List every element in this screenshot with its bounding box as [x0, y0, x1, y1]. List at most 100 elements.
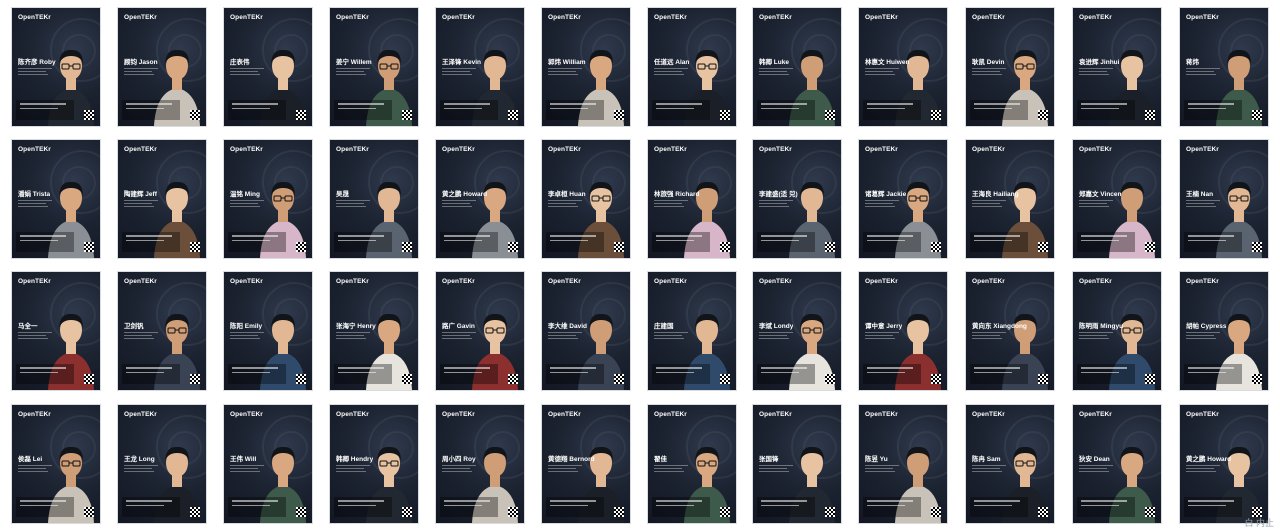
quote-box	[440, 364, 498, 384]
speaker-title-lines	[1186, 330, 1222, 340]
speaker-title-lines	[759, 330, 795, 340]
speaker-name: 韩卿 Hendry	[336, 456, 374, 463]
speaker-name: 侯磊 Lei	[18, 456, 43, 463]
qr-code-icon	[1252, 110, 1262, 120]
speaker-card: OpenTEKr 李建盛(适 兕)	[753, 140, 841, 258]
qr-code-icon	[720, 242, 730, 252]
qr-code-icon	[931, 242, 941, 252]
speaker-title-lines	[1079, 330, 1115, 340]
brand-logo: OpenTEKr	[336, 278, 369, 285]
brand-logo: OpenTEKr	[442, 14, 475, 21]
speaker-name: 胡帕 Cypress	[1186, 323, 1227, 330]
qr-code-icon	[1145, 110, 1155, 120]
speaker-title-lines	[124, 66, 160, 76]
speaker-title-lines	[1186, 198, 1222, 208]
quote-box	[122, 364, 180, 384]
speaker-title-lines	[759, 463, 795, 473]
speaker-card: OpenTEKr 王楠 Nan	[1180, 140, 1268, 258]
quote-box	[1184, 232, 1242, 252]
speaker-card: OpenTEKr 吴晟	[330, 140, 418, 258]
qr-code-icon	[614, 110, 624, 120]
quote-box	[546, 364, 604, 384]
speaker-card: OpenTEKr 狄安 Dean	[1073, 405, 1161, 523]
speaker-card: OpenTEKr 林惠文 Huiwen	[859, 8, 947, 126]
poster-grid: OpenTEKr 陈齐彦 Roby OpenTEKr 顾钧 Jason Open…	[0, 0, 1280, 531]
quote-box	[1184, 497, 1242, 517]
speaker-name: 王伟 Will	[230, 456, 257, 463]
quote-box	[1077, 497, 1135, 517]
speaker-title-lines	[230, 330, 266, 340]
qr-code-icon	[1038, 242, 1048, 252]
quote-box	[652, 497, 710, 517]
quote-box	[652, 232, 710, 252]
quote-box	[228, 364, 286, 384]
speaker-card: OpenTEKr 路广 Gavin	[436, 272, 524, 390]
qr-code-icon	[296, 110, 306, 120]
qr-code-icon	[402, 374, 412, 384]
speaker-card: OpenTEKr 韩卿 Luke	[753, 8, 841, 126]
speaker-title-lines	[548, 463, 584, 473]
speaker-title-lines	[654, 463, 690, 473]
speaker-name: 陶建辉 Jeff	[124, 191, 157, 198]
speaker-title-lines	[124, 330, 160, 340]
speaker-name: 庄建国	[654, 323, 674, 330]
speaker-name: 翟佳	[654, 456, 667, 463]
qr-code-icon	[84, 507, 94, 517]
brand-logo: OpenTEKr	[548, 411, 581, 418]
quote-box	[863, 364, 921, 384]
speaker-title-lines	[1186, 66, 1222, 76]
quote-box	[970, 232, 1028, 252]
quote-box	[16, 497, 74, 517]
speaker-title-lines	[18, 330, 54, 340]
speaker-title-lines	[759, 66, 795, 76]
brand-logo: OpenTEKr	[18, 14, 51, 21]
brand-logo: OpenTEKr	[972, 146, 1005, 153]
speaker-card: OpenTEKr 陈阳 Emily	[224, 272, 312, 390]
speaker-title-lines	[972, 66, 1008, 76]
speaker-title-lines	[18, 198, 54, 208]
quote-box	[16, 232, 74, 252]
speaker-name: 庄表伟	[230, 59, 250, 66]
speaker-name: 姜宁 Willem	[336, 59, 372, 66]
speaker-card: OpenTEKr 诸葛辉 Jackie	[859, 140, 947, 258]
speaker-card: OpenTEKr 任道远 Alan	[648, 8, 736, 126]
speaker-card: OpenTEKr 黄之鹏 Howard	[1180, 405, 1268, 523]
brand-logo: OpenTEKr	[1079, 278, 1112, 285]
quote-box	[334, 364, 392, 384]
brand-logo: OpenTEKr	[124, 411, 157, 418]
speaker-title-lines	[1079, 198, 1115, 208]
qr-code-icon	[296, 242, 306, 252]
speaker-card: OpenTEKr 卫剑钒	[118, 272, 206, 390]
speaker-name: 陈齐彦 Roby	[18, 59, 56, 66]
speaker-name: 周小四 Roy	[442, 456, 476, 463]
speaker-title-lines	[230, 66, 266, 76]
speaker-name: 黄德翔 Bernord	[548, 456, 595, 463]
qr-code-icon	[84, 242, 94, 252]
qr-code-icon	[720, 507, 730, 517]
speaker-name: 谭中意 Jerry	[865, 323, 903, 330]
qr-code-icon	[931, 110, 941, 120]
brand-logo: OpenTEKr	[442, 278, 475, 285]
speaker-title-lines	[865, 66, 901, 76]
brand-logo: OpenTEKr	[18, 411, 51, 418]
quote-box	[546, 497, 604, 517]
speaker-name: 李斌 Londy	[759, 323, 794, 330]
speaker-name: 林旅强 Richard	[654, 191, 700, 198]
speaker-title-lines	[442, 198, 478, 208]
qr-code-icon	[825, 374, 835, 384]
speaker-title-lines	[442, 330, 478, 340]
brand-logo: OpenTEKr	[759, 14, 792, 21]
brand-logo: OpenTEKr	[230, 278, 263, 285]
quote-box	[863, 232, 921, 252]
speaker-title-lines	[972, 330, 1008, 340]
speaker-title-lines	[972, 198, 1008, 208]
quote-box	[757, 232, 815, 252]
speaker-name: 任道远 Alan	[654, 59, 690, 66]
qr-code-icon	[402, 110, 412, 120]
brand-logo: OpenTEKr	[442, 146, 475, 153]
brand-logo: OpenTEKr	[548, 14, 581, 21]
speaker-card: OpenTEKr 陶建辉 Jeff	[118, 140, 206, 258]
qr-code-icon	[508, 374, 518, 384]
quote-box	[440, 232, 498, 252]
qr-code-icon	[1145, 374, 1155, 384]
